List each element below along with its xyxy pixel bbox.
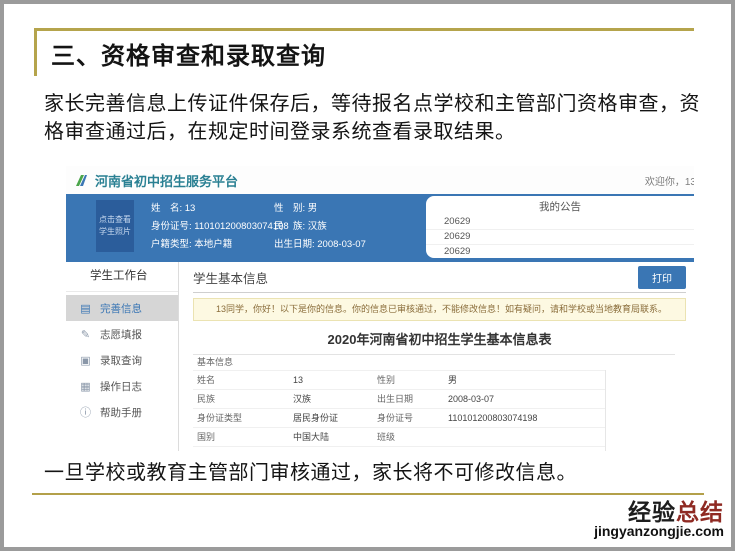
table-section-header: 基本信息 xyxy=(197,356,234,367)
field-birthdate: 出生日期: 2008-03-07 xyxy=(274,239,366,250)
cell-value xyxy=(293,447,373,451)
sidebar-item-label: 志愿填报 xyxy=(100,328,142,341)
sidebar: 学生工作台 ▤ 完善信息 ✎ 志愿填报 ▣ 录取查询 ▦ 操作日志 ⓘ 帮助手册 xyxy=(66,262,179,451)
cell-label: 身份证类型 xyxy=(197,412,243,423)
section-title: 学生基本信息 xyxy=(193,271,269,286)
cell-value: 13 xyxy=(293,374,304,385)
student-info-table: 基本信息 姓名 13 性别 男 民族 汉族 出生日期 2008-03-07 身份… xyxy=(193,353,675,452)
main-titlebar: 学生基本信息 打印 xyxy=(193,262,686,293)
announcement-item[interactable]: 20629 xyxy=(426,245,694,258)
field-id-number: 身份证号: 110101200803074198 xyxy=(151,221,289,232)
review-notice: 13同学，你好！以下是你的信息。你的信息已审核通过，不能修改信息！如有疑问，请和… xyxy=(193,298,686,321)
cell-value: 居民身份证 xyxy=(293,412,339,423)
cell-label: 学籍号 xyxy=(373,447,448,452)
table-row: 姓名 13 性别 男 xyxy=(193,369,605,389)
sidebar-item-operation-log[interactable]: ▦ 操作日志 xyxy=(66,373,178,399)
sidebar-item-label: 完善信息 xyxy=(100,302,142,315)
cell-label: 性别 xyxy=(377,374,396,385)
announcement-item[interactable]: 20629 xyxy=(426,215,694,230)
field-household-type: 户籍类型: 本地户籍 xyxy=(151,239,233,250)
help-circle-icon: ⓘ xyxy=(80,407,91,419)
announcements-title: 我的公告 xyxy=(539,201,581,213)
cell-label: 民族 xyxy=(197,393,216,404)
page-title: 三、资格审查和录取查询 xyxy=(51,43,326,70)
divider-line xyxy=(32,493,704,495)
cell-label: 身份证号 xyxy=(377,412,414,423)
main-panel: 学生基本信息 打印 13同学，你好！以下是你的信息。你的信息已审核通过，不能修改… xyxy=(179,262,694,451)
announcement-item[interactable]: 20629 xyxy=(426,230,694,245)
cell-label: 国别 xyxy=(197,431,216,442)
table-row: 就近入学代码 学籍号 xyxy=(193,445,605,452)
field-ethnicity: 民 族: 汉族 xyxy=(274,221,327,232)
search-doc-icon: ▣ xyxy=(80,354,91,367)
cell-label: 就近入学代码 xyxy=(193,447,293,452)
conclusion-text: 一旦学校或教育主管部门审核通过，家长将不可修改信息。 xyxy=(44,462,577,484)
photo-column-divider xyxy=(605,369,606,451)
platform-logo-icon xyxy=(74,173,89,188)
table-row: 民族 汉族 出生日期 2008-03-07 xyxy=(193,388,605,408)
cell-label: 姓名 xyxy=(197,374,216,385)
form-title: 2020年河南省初中招生学生基本信息表 xyxy=(327,331,552,347)
id-card-icon: ▤ xyxy=(80,302,91,315)
app-screenshot: 河南省初中招生服务平台 欢迎你，13 点击查看学生照片 姓 名: 13 身份证号… xyxy=(66,166,694,451)
platform-title: 河南省初中招生服务平台 xyxy=(95,173,239,189)
cell-value: 男 xyxy=(448,374,458,385)
field-name: 姓 名: 13 xyxy=(151,203,196,214)
student-fields-col2: 性 别: 男 民 族: 汉族 出生日期: 2008-03-07 xyxy=(274,204,366,250)
cell-value xyxy=(448,428,605,446)
sidebar-item-label: 操作日志 xyxy=(100,380,142,393)
sidebar-item-volunteer[interactable]: ✎ 志愿填报 xyxy=(66,321,178,347)
watermark-domain: jingyanzongjie.com xyxy=(594,523,724,540)
student-fields-col1: 姓 名: 13 身份证号: 110101200803074198 户籍类型: 本… xyxy=(151,204,289,250)
sidebar-item-label: 录取查询 xyxy=(100,354,142,367)
sidebar-item-admission-query[interactable]: ▣ 录取查询 xyxy=(66,347,178,373)
log-calendar-icon: ▦ xyxy=(80,380,91,393)
cell-value: 中国大陆 xyxy=(293,431,330,442)
sidebar-item-profile[interactable]: ▤ 完善信息 xyxy=(66,295,178,321)
cell-value xyxy=(448,447,605,451)
announcements-panel: 我的公告 20629 20629 20629 20629 xyxy=(426,196,694,258)
cell-label: 出生日期 xyxy=(377,393,414,404)
sidebar-title: 学生工作台 xyxy=(66,262,178,292)
sidebar-item-help-manual[interactable]: ⓘ 帮助手册 xyxy=(66,399,178,425)
cell-value: 110101200803074198 xyxy=(448,412,538,423)
form-edit-icon: ✎ xyxy=(80,328,91,341)
cell-label: 班级 xyxy=(377,431,396,442)
watermark-logo-text: 经验总结 xyxy=(594,500,724,524)
welcome-text: 欢迎你，13 xyxy=(644,176,694,188)
sidebar-item-label: 帮助手册 xyxy=(100,406,142,419)
slide-title-box: 三、资格审查和录取查询 xyxy=(34,28,694,76)
intro-text: 家长完善信息上传证件保存后，等待报名点学校和主管部门资格审查，资格审查通过后，在… xyxy=(44,93,700,144)
watermark-text-black: 经验 xyxy=(628,499,676,525)
table-row: 身份证类型 居民身份证 身份证号 110101200803074198 xyxy=(193,407,605,427)
student-banner: 点击查看学生照片 姓 名: 13 身份证号: 11010120080307419… xyxy=(66,194,694,262)
student-photo-placeholder[interactable]: 点击查看学生照片 xyxy=(96,200,134,252)
table-row: 国别 中国大陆 班级 xyxy=(193,426,605,446)
cell-value: 汉族 xyxy=(293,393,312,404)
watermark: 经验总结 jingyanzongjie.com xyxy=(594,500,724,539)
cell-value: 2008-03-07 xyxy=(448,393,495,404)
field-gender: 性 别: 男 xyxy=(274,203,318,214)
sidebar-menu: ▤ 完善信息 ✎ 志愿填报 ▣ 录取查询 ▦ 操作日志 ⓘ 帮助手册 xyxy=(66,292,178,425)
slide: 三、资格审查和录取查询 家长完善信息上传证件保存后，等待报名点学校和主管部门资格… xyxy=(0,0,735,551)
print-button[interactable]: 打印 xyxy=(638,265,686,289)
watermark-text-red: 总结 xyxy=(676,499,724,525)
app-header: 河南省初中招生服务平台 欢迎你，13 xyxy=(66,166,694,194)
app-content: 学生工作台 ▤ 完善信息 ✎ 志愿填报 ▣ 录取查询 ▦ 操作日志 ⓘ 帮助手册… xyxy=(66,262,694,451)
